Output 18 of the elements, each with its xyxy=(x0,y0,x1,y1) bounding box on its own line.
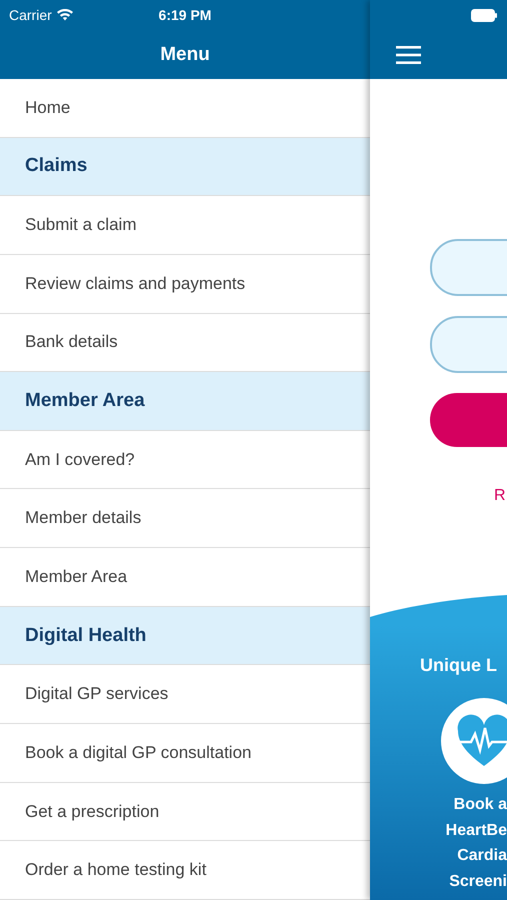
menu-item[interactable]: Get a prescription xyxy=(0,782,370,842)
menu-section-header: Claims xyxy=(0,138,370,196)
promo-title: Unique L xyxy=(420,655,497,676)
battery-icon xyxy=(471,8,497,22)
promo-text: Book a xyxy=(454,795,507,815)
promo-text: Cardia xyxy=(457,846,507,866)
status-time: 6:19 PM xyxy=(158,7,212,23)
promo-text: Screeni xyxy=(449,872,507,892)
link[interactable]: R xyxy=(494,487,506,505)
carrier-label: Carrier xyxy=(9,7,73,23)
wifi-icon xyxy=(56,9,73,21)
menu-icon[interactable] xyxy=(396,46,421,64)
menu-title: Menu xyxy=(160,44,210,66)
menu-section-header: Digital Health xyxy=(0,606,370,666)
heartbeat-icon xyxy=(441,698,507,784)
menu-section-header: Member Area xyxy=(0,372,370,431)
menu-item[interactable]: Bank details xyxy=(0,314,370,372)
promo-text: HeartBe xyxy=(446,820,507,840)
